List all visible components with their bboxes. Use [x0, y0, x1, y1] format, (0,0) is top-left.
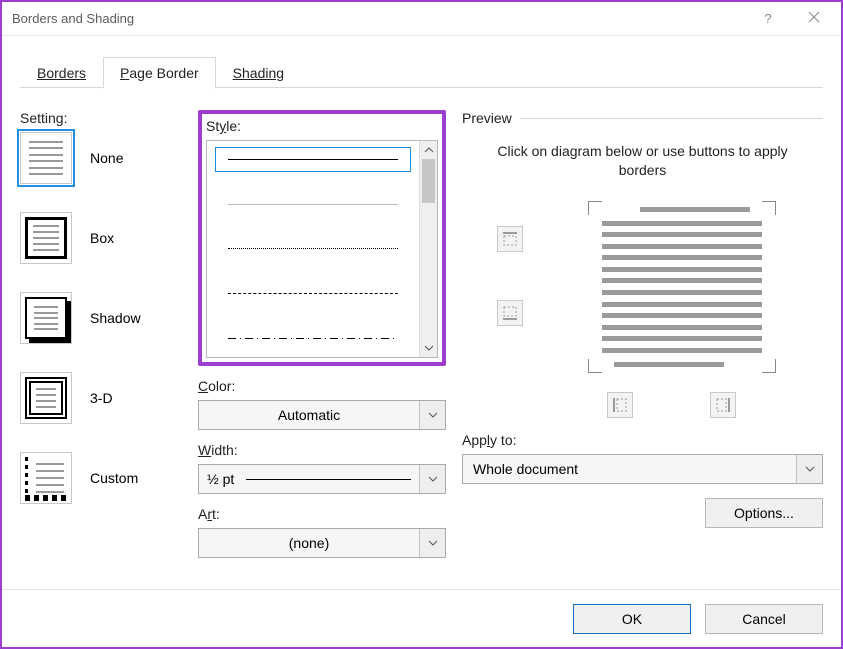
- art-value: (none): [199, 535, 419, 551]
- scroll-up-icon[interactable]: [420, 141, 437, 159]
- tab-shading[interactable]: Shading: [216, 57, 301, 88]
- options-button[interactable]: Options...: [705, 498, 823, 528]
- preview-stage: [462, 192, 823, 402]
- setting-box[interactable]: Box: [20, 212, 186, 264]
- border-left-button[interactable]: [607, 392, 633, 418]
- preview-hint: Click on diagram below or use buttons to…: [462, 132, 823, 192]
- setting-shadow[interactable]: Shadow: [20, 292, 186, 344]
- help-icon: ?: [764, 11, 771, 26]
- chevron-down-icon: [419, 401, 445, 429]
- scroll-thumb[interactable]: [422, 159, 435, 203]
- chevron-down-icon: [419, 529, 445, 557]
- border-right-button[interactable]: [710, 392, 736, 418]
- border-top-button[interactable]: [497, 226, 523, 252]
- color-combo[interactable]: Automatic: [198, 400, 446, 430]
- style-thin[interactable]: [215, 192, 411, 217]
- dialog-content: Borders Page Border Shading Setting: Non…: [2, 36, 841, 589]
- dialog-borders-and-shading: Borders and Shading ? Borders Page Borde…: [0, 0, 843, 649]
- preview-page[interactable]: [592, 207, 772, 367]
- width-combo[interactable]: ½ pt: [198, 464, 446, 494]
- style-dotted[interactable]: [215, 237, 411, 262]
- preview-column: Preview Click on diagram below or use bu…: [458, 110, 823, 585]
- window-title: Borders and Shading: [12, 11, 134, 26]
- dialog-footer: OK Cancel: [2, 589, 841, 647]
- scroll-down-icon[interactable]: [420, 339, 437, 357]
- art-combo[interactable]: (none): [198, 528, 446, 558]
- cancel-label: Cancel: [742, 611, 786, 627]
- close-icon: [808, 11, 820, 26]
- tab-page-border[interactable]: Page Border: [103, 57, 216, 89]
- style-solid[interactable]: [215, 147, 411, 172]
- width-sample-line: [246, 479, 411, 480]
- chevron-down-icon: [419, 465, 445, 493]
- style-list[interactable]: [206, 140, 438, 358]
- setting-custom-icon: [20, 452, 72, 504]
- close-button[interactable]: [791, 3, 837, 35]
- setting-3d[interactable]: 3-D: [20, 372, 186, 424]
- preview-label: Preview: [462, 110, 512, 126]
- setting-none[interactable]: None: [20, 132, 186, 184]
- style-scrollbar[interactable]: [419, 141, 437, 357]
- style-dashdot[interactable]: [215, 326, 411, 351]
- width-value: ½ pt: [207, 471, 234, 487]
- tab-bar: Borders Page Border Shading: [20, 54, 823, 88]
- setting-3d-icon: [20, 372, 72, 424]
- help-button[interactable]: ?: [745, 3, 791, 35]
- style-column: Style:: [198, 110, 446, 585]
- titlebar: Borders and Shading ?: [2, 2, 841, 36]
- setting-custom[interactable]: Custom: [20, 452, 186, 504]
- setting-none-icon: [20, 132, 72, 184]
- tab-borders-label: Borders: [37, 65, 86, 81]
- cancel-button[interactable]: Cancel: [705, 604, 823, 634]
- apply-to-value: Whole document: [463, 461, 796, 477]
- color-value: Automatic: [199, 407, 419, 423]
- chevron-down-icon: [796, 455, 822, 483]
- style-dashed[interactable]: [215, 281, 411, 306]
- apply-to-combo[interactable]: Whole document: [462, 454, 823, 484]
- style-highlight-box: Style:: [198, 110, 446, 366]
- ok-label: OK: [622, 611, 642, 627]
- setting-shadow-icon: [20, 292, 72, 344]
- setting-column: Setting: None Box: [20, 110, 186, 585]
- border-bottom-button[interactable]: [497, 300, 523, 326]
- tab-borders[interactable]: Borders: [20, 57, 103, 88]
- tab-shading-label: Shading: [233, 65, 284, 81]
- setting-label: Setting:: [20, 110, 186, 126]
- style-label: Style:: [206, 118, 241, 134]
- setting-box-icon: [20, 212, 72, 264]
- ok-button[interactable]: OK: [573, 604, 691, 634]
